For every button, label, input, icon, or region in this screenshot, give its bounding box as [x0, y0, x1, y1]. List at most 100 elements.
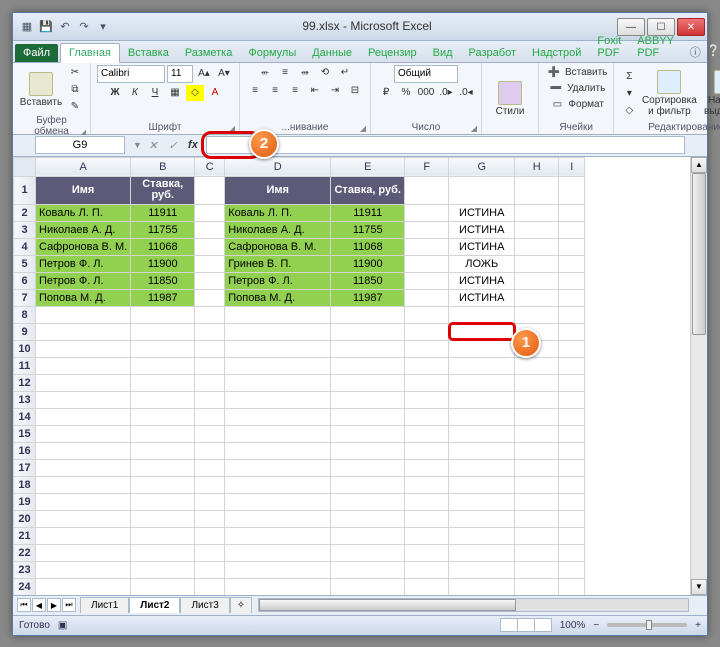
find-select-button[interactable]: Найти и выделить	[700, 70, 720, 117]
orientation-icon[interactable]: ⟲	[316, 65, 334, 81]
cell-D6[interactable]: Петров Ф. Л.	[225, 272, 331, 289]
cell-E14[interactable]	[331, 408, 405, 425]
tab-formulas[interactable]: Формулы	[240, 44, 304, 62]
tab-addins[interactable]: Надстрой	[524, 44, 589, 62]
cell-D24[interactable]	[225, 578, 331, 595]
cell-A10[interactable]	[36, 340, 131, 357]
shrink-font-icon[interactable]: A▾	[215, 66, 233, 82]
italic-button[interactable]: К	[126, 85, 144, 101]
font-name-select[interactable]	[97, 65, 165, 83]
cell-B8[interactable]	[131, 306, 195, 323]
cell-A6[interactable]: Петров Ф. Л.	[36, 272, 131, 289]
cell-B17[interactable]	[131, 459, 195, 476]
cell-I12[interactable]	[559, 374, 585, 391]
cell-I10[interactable]	[559, 340, 585, 357]
format-cells-icon[interactable]: ▭	[548, 97, 566, 113]
cell-G10[interactable]	[449, 340, 515, 357]
tab-insert[interactable]: Вставка	[120, 44, 177, 62]
col-header-H[interactable]: H	[515, 157, 559, 176]
cell-E15[interactable]	[331, 425, 405, 442]
row-header-8[interactable]: 8	[14, 306, 36, 323]
cell-F3[interactable]	[405, 221, 449, 238]
cell-D17[interactable]	[225, 459, 331, 476]
cell-G12[interactable]	[449, 374, 515, 391]
row-header-6[interactable]: 6	[14, 272, 36, 289]
cell-E5[interactable]: 11900	[331, 255, 405, 272]
cell-D5[interactable]: Гринев В. П.	[225, 255, 331, 272]
align-top-icon[interactable]: ⬴	[256, 65, 274, 81]
cell-C20[interactable]	[195, 510, 225, 527]
cell-I22[interactable]	[559, 544, 585, 561]
cell-A3[interactable]: Николаев А. Д.	[36, 221, 131, 238]
cell-G17[interactable]	[449, 459, 515, 476]
cell-B14[interactable]	[131, 408, 195, 425]
cell-D19[interactable]	[225, 493, 331, 510]
styles-button[interactable]: Стили	[488, 81, 532, 117]
cell-H15[interactable]	[515, 425, 559, 442]
cell-D9[interactable]	[225, 323, 331, 340]
cell-H5[interactable]	[515, 255, 559, 272]
cell-H11[interactable]	[515, 357, 559, 374]
row-header-14[interactable]: 14	[14, 408, 36, 425]
cell-F7[interactable]	[405, 289, 449, 306]
currency-icon[interactable]: ₽	[377, 85, 395, 101]
cell-G8[interactable]	[449, 306, 515, 323]
cell-H6[interactable]	[515, 272, 559, 289]
cell-G4[interactable]: ИСТИНА	[449, 238, 515, 255]
cell-E24[interactable]	[331, 578, 405, 595]
name-box[interactable]: G9	[35, 136, 125, 154]
cell-C4[interactable]	[195, 238, 225, 255]
cell-C9[interactable]	[195, 323, 225, 340]
percent-icon[interactable]: %	[397, 85, 415, 101]
cell-F16[interactable]	[405, 442, 449, 459]
sheet-tab-2[interactable]: Лист2	[129, 597, 180, 613]
cell-I9[interactable]	[559, 323, 585, 340]
cell-I4[interactable]	[559, 238, 585, 255]
cell-F19[interactable]	[405, 493, 449, 510]
row-header-13[interactable]: 13	[14, 391, 36, 408]
indent-inc-icon[interactable]: ⇥	[326, 83, 344, 99]
cell-B10[interactable]	[131, 340, 195, 357]
zoom-out-button[interactable]: −	[593, 620, 599, 631]
row-header-11[interactable]: 11	[14, 357, 36, 374]
tab-developer[interactable]: Разработ	[461, 44, 524, 62]
col-header-F[interactable]: F	[405, 157, 449, 176]
cell-D20[interactable]	[225, 510, 331, 527]
cell-F18[interactable]	[405, 476, 449, 493]
row-header-9[interactable]: 9	[14, 323, 36, 340]
row-header-10[interactable]: 10	[14, 340, 36, 357]
cell-F17[interactable]	[405, 459, 449, 476]
font-size-select[interactable]	[167, 65, 193, 83]
zoom-slider[interactable]	[607, 623, 687, 627]
cell-E20[interactable]	[331, 510, 405, 527]
indent-dec-icon[interactable]: ⇤	[306, 83, 324, 99]
view-pagebreak-icon[interactable]	[534, 618, 552, 632]
cell-B18[interactable]	[131, 476, 195, 493]
cell-D22[interactable]	[225, 544, 331, 561]
spreadsheet-grid[interactable]: ABCDEFGHI1ИмяСтавка, руб.ИмяСтавка, руб.…	[13, 157, 585, 595]
cell-E17[interactable]	[331, 459, 405, 476]
delete-cells-icon[interactable]: ➖	[547, 81, 565, 97]
cell-B24[interactable]	[131, 578, 195, 595]
fill-icon[interactable]: ▾	[620, 85, 638, 101]
tab-layout[interactable]: Разметка	[177, 44, 241, 62]
cell-I19[interactable]	[559, 493, 585, 510]
cell-G19[interactable]	[449, 493, 515, 510]
cell-A5[interactable]: Петров Ф. Л.	[36, 255, 131, 272]
cell-G21[interactable]	[449, 527, 515, 544]
cell-D2[interactable]: Коваль Л. П.	[225, 204, 331, 221]
zoom-in-button[interactable]: +	[695, 620, 701, 631]
cell-F14[interactable]	[405, 408, 449, 425]
cell-D13[interactable]	[225, 391, 331, 408]
cell-F10[interactable]	[405, 340, 449, 357]
cell-E13[interactable]	[331, 391, 405, 408]
cell-C3[interactable]	[195, 221, 225, 238]
cell-H17[interactable]	[515, 459, 559, 476]
cell-I3[interactable]	[559, 221, 585, 238]
sheet-nav-last-icon[interactable]: ⏭	[62, 598, 76, 612]
cell-D1[interactable]: Имя	[225, 176, 331, 204]
cell-A1[interactable]: Имя	[36, 176, 131, 204]
scroll-thumb[interactable]	[692, 173, 706, 335]
align-middle-icon[interactable]: ≡	[276, 65, 294, 81]
cell-C19[interactable]	[195, 493, 225, 510]
